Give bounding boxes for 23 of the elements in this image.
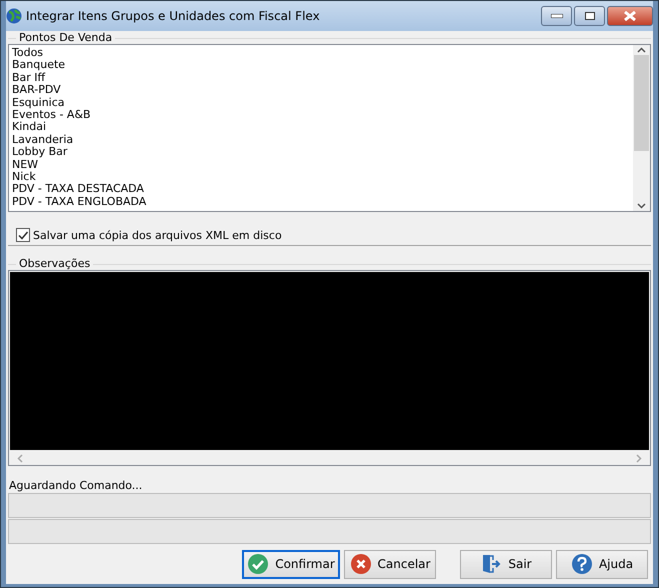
- list-item[interactable]: Lavanderia: [12, 134, 630, 146]
- list-item[interactable]: Lobby Bar: [12, 146, 630, 159]
- list-item[interactable]: BAR-PDV: [12, 84, 630, 97]
- list-box[interactable]: Todos Banquete Bar Iff BAR-PDV Esquinica Eventos - A&B Kindai Lavanderia Lobby Bar NEW Nick PDV - TAXA DESTACADA PDV - TAXA ENGLOBADA: [8, 44, 651, 212]
- confirm-button[interactable]: Confirmar: [242, 550, 340, 578]
- list-item[interactable]: PDV - TAXA DESTACADA: [12, 183, 630, 196]
- list-item[interactable]: PDV - TAXA ENGLOBADA: [12, 196, 630, 208]
- list-item[interactable]: Banquete: [12, 59, 630, 72]
- list-item[interactable]: NEW: [12, 158, 630, 172]
- cancel-button[interactable]: Cancelar: [344, 550, 436, 578]
- help-button[interactable]: Ajuda: [556, 550, 648, 578]
- list-item[interactable]: Todos: [12, 47, 630, 60]
- list-item[interactable]: Nick: [12, 171, 630, 184]
- list-item[interactable]: Esquinica: [12, 96, 630, 110]
- list-item[interactable]: Eventos - A&B: [12, 109, 630, 122]
- group-label: Observações: [16, 257, 94, 270]
- list-item[interactable]: Bar Iff: [12, 72, 630, 84]
- status-text: Aguardando Comando...: [8, 479, 144, 492]
- exit-button[interactable]: Sair: [460, 550, 552, 578]
- group-label: Pontos De Venda: [16, 31, 116, 44]
- list-item[interactable]: Kindai: [12, 121, 630, 134]
- checkbox-label: Salvar uma cópia dos arquivos XML em disco: [33, 228, 282, 242]
- window-title: Integrar Itens Grupos e Unidades com Fiscal Flex: [26, 9, 321, 23]
